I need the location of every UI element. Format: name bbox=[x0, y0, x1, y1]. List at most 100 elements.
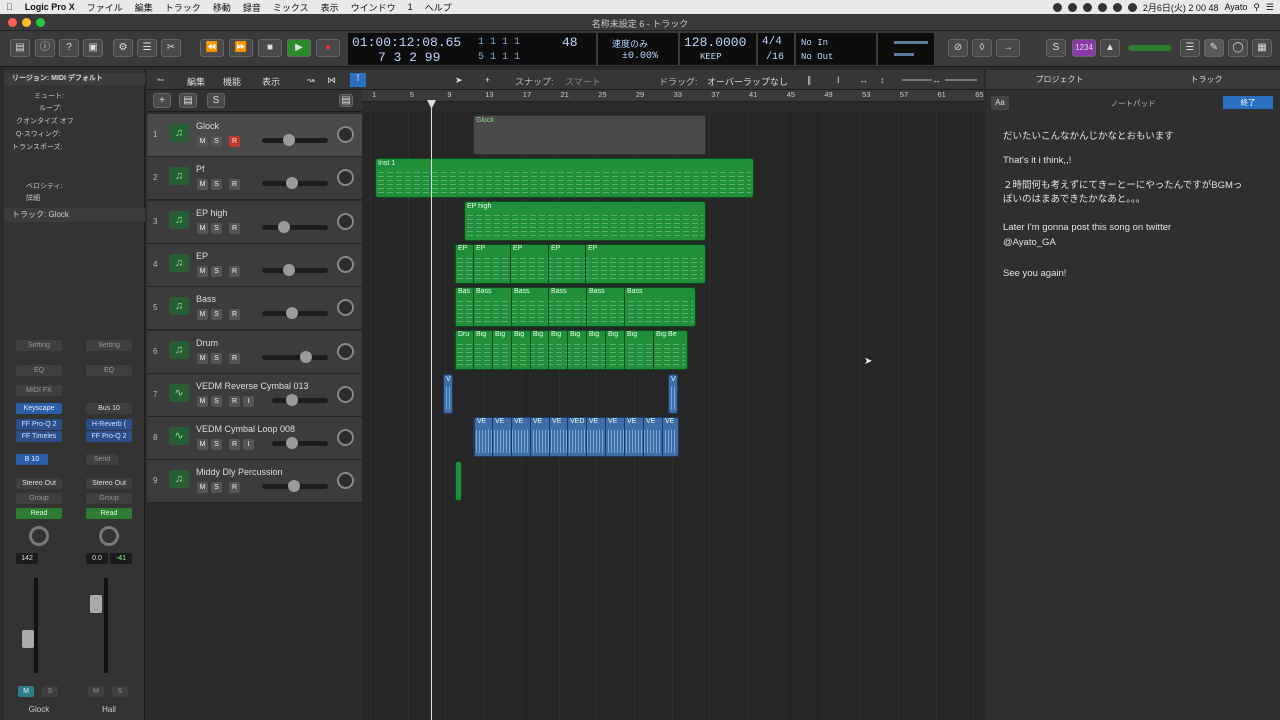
region-drum[interactable]: Big bbox=[511, 331, 524, 369]
apple-menu-icon[interactable]:  bbox=[0, 2, 19, 12]
view-menu[interactable]: 表示 bbox=[262, 75, 280, 88]
solo-button[interactable]: S bbox=[211, 265, 222, 277]
midi-track-icon[interactable]: ♫ bbox=[169, 167, 189, 186]
vertical-zoom-icon[interactable]: ↕ bbox=[880, 75, 885, 85]
input-monitor-button[interactable]: I bbox=[243, 395, 254, 407]
record-enable-button[interactable]: R bbox=[229, 352, 240, 364]
strip2-setting-button[interactable]: Setting bbox=[86, 340, 132, 351]
volume-slider[interactable] bbox=[262, 263, 328, 276]
text-icon[interactable]: I bbox=[837, 75, 840, 85]
region-drum[interactable]: Big bbox=[567, 331, 580, 369]
region-bass[interactable]: Bas bbox=[455, 288, 470, 326]
tempo-display[interactable]: 速度のみ ±0.00% bbox=[598, 33, 678, 65]
help-button[interactable]: ? bbox=[59, 39, 79, 57]
track-name[interactable]: Glock bbox=[196, 121, 219, 131]
list-editors-button[interactable]: ☰ bbox=[1180, 39, 1200, 57]
strip1-eq-button[interactable]: EQ bbox=[16, 365, 62, 376]
menu-help[interactable]: ヘルプ bbox=[419, 1, 458, 14]
volume-slider[interactable] bbox=[272, 437, 328, 450]
volume-slider[interactable] bbox=[262, 480, 328, 493]
detail-row[interactable]: 詳細 bbox=[4, 193, 145, 203]
list-icon[interactable]: ☰ bbox=[1266, 2, 1274, 13]
mute-row[interactable]: ミュート: bbox=[4, 91, 145, 101]
playhead[interactable] bbox=[431, 102, 432, 720]
record-enable-button[interactable]: R bbox=[229, 395, 240, 407]
menu-file[interactable]: ファイル bbox=[81, 1, 129, 14]
region-drum[interactable]: Big bbox=[473, 331, 486, 369]
region-percussion[interactable] bbox=[455, 461, 462, 501]
notepad-line[interactable]: @Ayato_GA bbox=[1003, 237, 1056, 248]
midi-track-icon[interactable]: ♫ bbox=[169, 297, 189, 316]
waveform-zoom-icon[interactable]: ∥ bbox=[807, 75, 812, 86]
region-cymbal-loop-group[interactable]: VE VE VE VE VE VED VE VE VE VE VE bbox=[473, 417, 679, 457]
menu-navigate[interactable]: 移動 bbox=[207, 1, 237, 14]
midi-track-icon[interactable]: ♫ bbox=[169, 470, 189, 489]
count-in-button[interactable]: 1234 bbox=[1072, 39, 1096, 57]
duplicate-track-button[interactable]: ▤ bbox=[179, 93, 197, 108]
pan-knob[interactable] bbox=[337, 255, 354, 273]
midi-track-icon[interactable]: ♫ bbox=[169, 124, 189, 142]
solo-button[interactable]: S bbox=[211, 482, 222, 494]
track-value[interactable]: Glock bbox=[48, 210, 68, 219]
region-ep[interactable]: EP bbox=[455, 245, 467, 283]
pointer-tool-icon[interactable]: ➤ bbox=[455, 75, 463, 86]
velocity-row[interactable]: ベロシティ: bbox=[4, 181, 145, 191]
mute-button[interactable]: M bbox=[197, 265, 208, 277]
region-drum[interactable]: Big bbox=[548, 331, 561, 369]
strip2-fx2-slot[interactable]: FF Pro-Q 2 bbox=[86, 431, 132, 442]
fit-icon[interactable]: ↔ bbox=[859, 75, 868, 85]
pan-knob[interactable] bbox=[337, 342, 354, 360]
solo-button[interactable]: S bbox=[211, 352, 222, 364]
strip1-fx1-slot[interactable]: FF Pro-Q 2 bbox=[16, 419, 62, 430]
cpu-meter[interactable] bbox=[878, 33, 934, 65]
strip2-group-slot[interactable]: Group bbox=[86, 493, 132, 504]
transpose-row[interactable]: トランスポーズ: bbox=[4, 142, 145, 152]
audio-track-icon[interactable]: ∿ bbox=[169, 383, 189, 402]
quantize-value[interactable]: オフ bbox=[60, 118, 74, 125]
track-name[interactable]: Bass bbox=[196, 294, 216, 304]
strip1-send-slot[interactable]: B 10 bbox=[16, 454, 48, 465]
region-cymbal-loop[interactable]: VE bbox=[643, 418, 655, 456]
region-cymbal-loop[interactable]: VE bbox=[511, 418, 523, 456]
solo-button[interactable]: S bbox=[211, 309, 222, 321]
region-reverse-cymbal[interactable]: V bbox=[668, 374, 678, 414]
volume-slider[interactable] bbox=[272, 393, 328, 406]
mute-button[interactable]: M bbox=[197, 395, 208, 407]
strip1-automation-mode[interactable]: Read bbox=[16, 508, 62, 519]
global-tracks-button[interactable]: ▤ bbox=[339, 94, 353, 107]
region-cymbal-loop[interactable]: VED bbox=[567, 418, 584, 456]
editors-button[interactable]: ✂ bbox=[161, 39, 181, 57]
region-ep[interactable]: EP bbox=[510, 245, 522, 283]
strip2-solo-button[interactable]: S bbox=[112, 686, 128, 697]
midi-track-icon[interactable]: ♫ bbox=[169, 210, 189, 229]
menubar-user[interactable]: Ayato bbox=[1224, 2, 1247, 12]
tracks-area[interactable]: Glock Inst 1 EP high EP EP EP EP EP Bas … bbox=[362, 112, 984, 720]
mute-button[interactable]: M bbox=[197, 222, 208, 234]
mute-button[interactable]: M bbox=[197, 179, 208, 191]
mute-button[interactable]: M bbox=[197, 309, 208, 321]
strip2-output-slot[interactable]: Stereo Out bbox=[86, 478, 132, 489]
region-drum[interactable]: Big bbox=[492, 331, 505, 369]
snap-select[interactable]: スマート bbox=[565, 75, 601, 88]
region-ep-group[interactable]: EP EP EP EP EP bbox=[454, 244, 706, 284]
add-track-button[interactable]: + bbox=[153, 93, 171, 108]
strip1-fx2-slot[interactable]: FF Timeles bbox=[16, 431, 62, 442]
smart-tempo-icon[interactable]: ⊺ bbox=[350, 73, 366, 87]
tab-project[interactable]: プロジェクト bbox=[986, 70, 1133, 89]
wifi-icon[interactable] bbox=[1097, 2, 1107, 12]
secondary-tool-icon[interactable]: + bbox=[485, 75, 490, 85]
horizontal-zoom-icon[interactable]: ↔ bbox=[932, 75, 941, 85]
bpm-display[interactable]: 128.0000 KEEP bbox=[680, 33, 756, 65]
region-bass[interactable]: Bass bbox=[473, 288, 492, 326]
track-name[interactable]: Pf bbox=[196, 164, 205, 174]
drag-select[interactable]: オーバーラップなし bbox=[707, 75, 788, 88]
status-icon[interactable] bbox=[1052, 2, 1062, 12]
status-icon[interactable] bbox=[1082, 2, 1092, 12]
notepad-line[interactable]: That's it i think,,! bbox=[1003, 155, 1071, 166]
solo-button[interactable]: S bbox=[211, 395, 222, 407]
horizontal-zoom-slider[interactable] bbox=[945, 79, 977, 81]
rewind-button[interactable]: ⏪ bbox=[200, 39, 224, 57]
mute-button[interactable]: M bbox=[197, 352, 208, 364]
menu-one[interactable]: 1 bbox=[402, 2, 419, 12]
region-glock[interactable]: Glock bbox=[473, 115, 706, 155]
